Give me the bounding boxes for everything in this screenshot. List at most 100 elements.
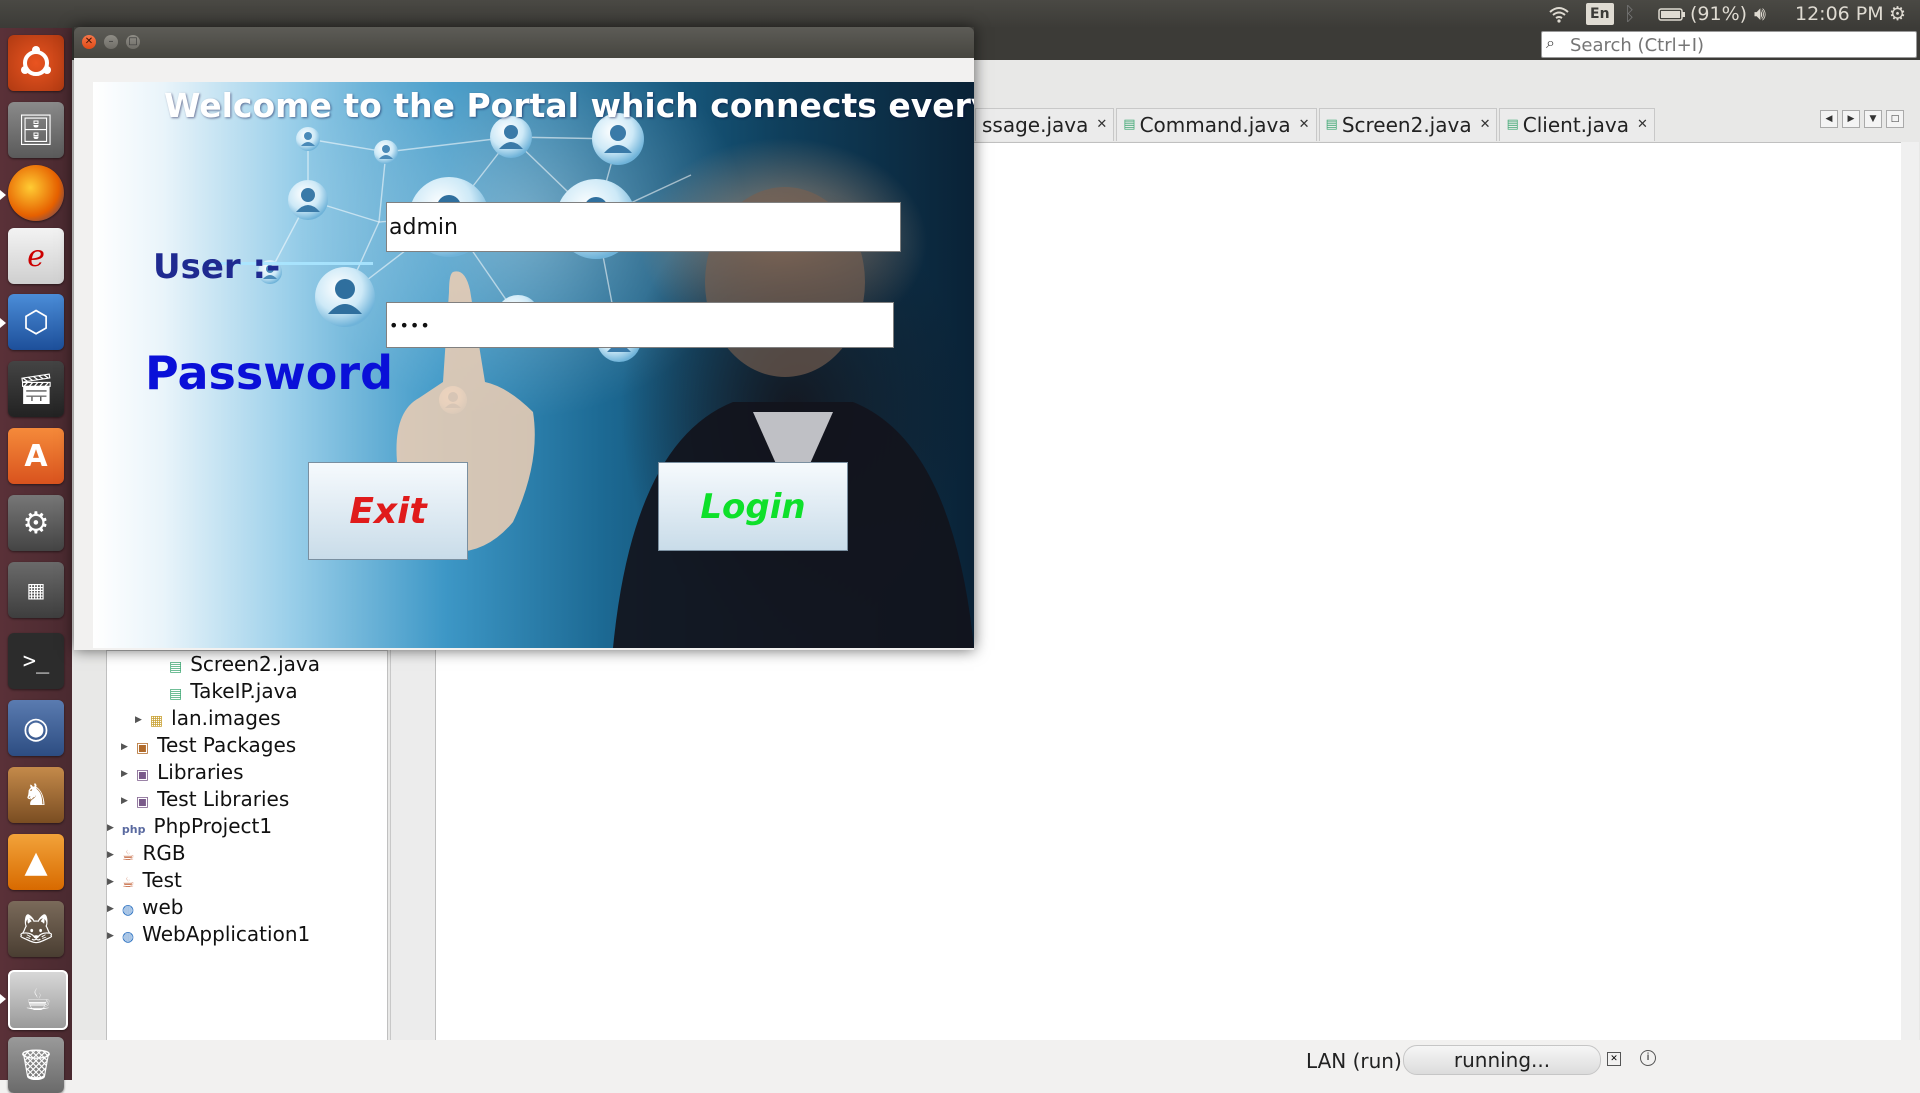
running-indicator [0, 318, 6, 328]
keyboard-layout-indicator[interactable]: En [1586, 3, 1614, 25]
trash-icon[interactable]: 🗑︎ [8, 1037, 64, 1093]
expand-arrow-icon[interactable]: ▶ [107, 823, 114, 833]
wifi-icon[interactable] [1548, 0, 1572, 28]
expand-arrow-icon[interactable]: ▶ [107, 877, 114, 887]
folder-icon: ▣ [135, 740, 150, 756]
editor-gutter [390, 650, 435, 1040]
tab-label: Command.java [1139, 113, 1291, 137]
background-image: Welcome to the Portal which connects eve… [93, 82, 974, 648]
web-project-icon: ◍ [121, 902, 135, 918]
java-file-icon: ▤ [169, 686, 183, 702]
expand-arrow-icon[interactable]: ▶ [121, 769, 128, 779]
scroll-tabs-left-icon[interactable]: ◀ [1820, 110, 1838, 128]
sketch-app-icon[interactable]: ℯ [8, 228, 64, 284]
password-field[interactable] [386, 302, 894, 348]
tree-item[interactable]: ▤ Screen2.java [169, 651, 320, 677]
welcome-banner: Welcome to the Portal which connects eve… [164, 86, 974, 125]
netbeans-icon[interactable]: ☕︎ [8, 970, 68, 1030]
tree-item[interactable]: ▶ php PhpProject1 [107, 813, 272, 839]
tree-item[interactable]: ▶ ◍ WebApplication1 [107, 921, 310, 947]
editor-scrollbar[interactable] [1901, 142, 1919, 1040]
ide-search-box[interactable]: ⌕ [1541, 31, 1917, 58]
close-tab-icon[interactable]: ✕ [1637, 109, 1648, 141]
cancel-task-icon[interactable]: ✕ [1607, 1052, 1621, 1066]
editor-tabs: ssage.java ✕ ▤ Command.java ✕ ▤ Screen2.java… [975, 108, 1657, 142]
tree-item[interactable]: ▶ ◍ web [107, 894, 184, 920]
expand-arrow-icon[interactable]: ▶ [121, 796, 128, 806]
close-tab-icon[interactable]: ✕ [1299, 109, 1310, 141]
expand-arrow-icon[interactable]: ▶ [135, 715, 142, 725]
virtualbox-icon[interactable]: ⬡ [8, 294, 64, 350]
search-input[interactable] [1568, 34, 1912, 56]
tab-navigation: ◀ ▶ ▼ □ [1820, 110, 1904, 128]
clock[interactable]: 12:06 PM [1795, 0, 1884, 28]
maximize-window-icon[interactable]: □ [126, 35, 140, 49]
java-file-icon: ▤ [1325, 117, 1338, 132]
tree-item[interactable]: ▶ ▦ lan.images [135, 705, 281, 731]
close-tab-icon[interactable]: ✕ [1096, 109, 1107, 141]
username-field[interactable] [386, 202, 901, 252]
tree-item[interactable]: ▤ TakeIP.java [169, 678, 298, 704]
expand-arrow-icon[interactable]: ▶ [107, 931, 114, 941]
tree-item[interactable]: ▶ ☕︎ RGB [107, 840, 186, 866]
system-settings-icon[interactable]: ⚙ [8, 495, 64, 551]
running-task-label: LAN (run) [1306, 1049, 1402, 1073]
files-icon[interactable]: 🗄 [8, 102, 64, 158]
firefox-icon[interactable] [8, 165, 64, 221]
progress-bar[interactable]: running... [1403, 1045, 1601, 1075]
bluetooth-icon[interactable]: ᛒ [1624, 0, 1635, 28]
exit-button[interactable]: Exit [308, 462, 468, 560]
expand-arrow-icon[interactable]: ▶ [107, 850, 114, 860]
battery-percentage: (91%) [1690, 3, 1748, 25]
window-titlebar[interactable]: ✕ – □ [74, 27, 974, 58]
running-indicator [0, 994, 6, 1004]
gimp-icon[interactable]: 🦊︎ [8, 901, 64, 957]
login-button[interactable]: Login [658, 462, 848, 551]
workspace-switcher-icon[interactable]: ▦ [8, 562, 64, 618]
expand-arrow-icon[interactable]: ▶ [121, 742, 128, 752]
search-icon: ⌕ [1546, 33, 1555, 52]
show-opened-documents-icon[interactable]: ▼ [1864, 110, 1882, 128]
login-window: ✕ – □ Welcome to the Portal which connec… [74, 27, 974, 650]
ubuntu-dash-icon[interactable] [8, 35, 64, 91]
tab-client-java[interactable]: ▤ Client.java ✕ [1499, 108, 1655, 141]
vlc-icon[interactable]: ▲ [8, 834, 64, 890]
expand-arrow-icon[interactable]: ▶ [107, 904, 114, 914]
software-center-icon[interactable]: A [8, 428, 64, 484]
tree-item[interactable]: ▶ ▣ Libraries [121, 759, 244, 785]
blender-icon[interactable]: ◉ [8, 700, 64, 756]
maximize-window-icon[interactable]: □ [1886, 110, 1904, 128]
java-file-icon: ▤ [1123, 117, 1136, 132]
terminal-icon[interactable]: >_ [8, 633, 64, 689]
chess-icon[interactable]: ♞ [8, 767, 64, 823]
tab-message-java[interactable]: ssage.java ✕ [975, 108, 1115, 141]
tree-item[interactable]: ▶ ▣ Test Packages [121, 732, 296, 758]
tab-label: Screen2.java [1341, 113, 1472, 137]
tab-label: ssage.java [982, 113, 1089, 137]
tab-label: Client.java [1522, 113, 1629, 137]
running-indicator [0, 190, 6, 200]
tree-item[interactable]: ▶ ▣ Test Libraries [121, 786, 289, 812]
php-project-icon: php [121, 823, 146, 836]
java-file-icon: ▤ [1506, 117, 1519, 132]
java-project-icon: ☕︎ [121, 848, 135, 864]
web-project-icon: ◍ [121, 929, 135, 945]
scroll-tabs-right-icon[interactable]: ▶ [1842, 110, 1860, 128]
library-icon: ▣ [135, 767, 150, 783]
java-file-icon: ▤ [169, 659, 183, 675]
launcher: 🗄 ℯ ⬡ 🎬︎ A ⚙ ▦ >_ ◉ ♞ ▲ 🦊︎ ☕︎ 🗑︎ [0, 28, 72, 1093]
volume-icon[interactable]: 🔊︎ [1754, 0, 1766, 28]
video-editor-icon[interactable]: 🎬︎ [8, 361, 64, 417]
notifications-icon[interactable]: i [1640, 1050, 1656, 1066]
tab-screen2-java[interactable]: ▤ Screen2.java ✕ [1318, 108, 1498, 141]
close-window-icon[interactable]: ✕ [82, 35, 96, 49]
tree-item[interactable]: ▶ ☕︎ Test [107, 867, 182, 893]
person-silhouette [613, 187, 974, 648]
user-label: User :- [153, 247, 281, 287]
tab-command-java[interactable]: ▤ Command.java ✕ [1116, 108, 1317, 141]
battery-icon[interactable] [1658, 0, 1686, 28]
minimize-window-icon[interactable]: – [104, 35, 118, 49]
java-project-icon: ☕︎ [121, 875, 135, 891]
close-tab-icon[interactable]: ✕ [1480, 109, 1491, 141]
settings-gear-icon[interactable]: ⚙ [1889, 0, 1906, 28]
